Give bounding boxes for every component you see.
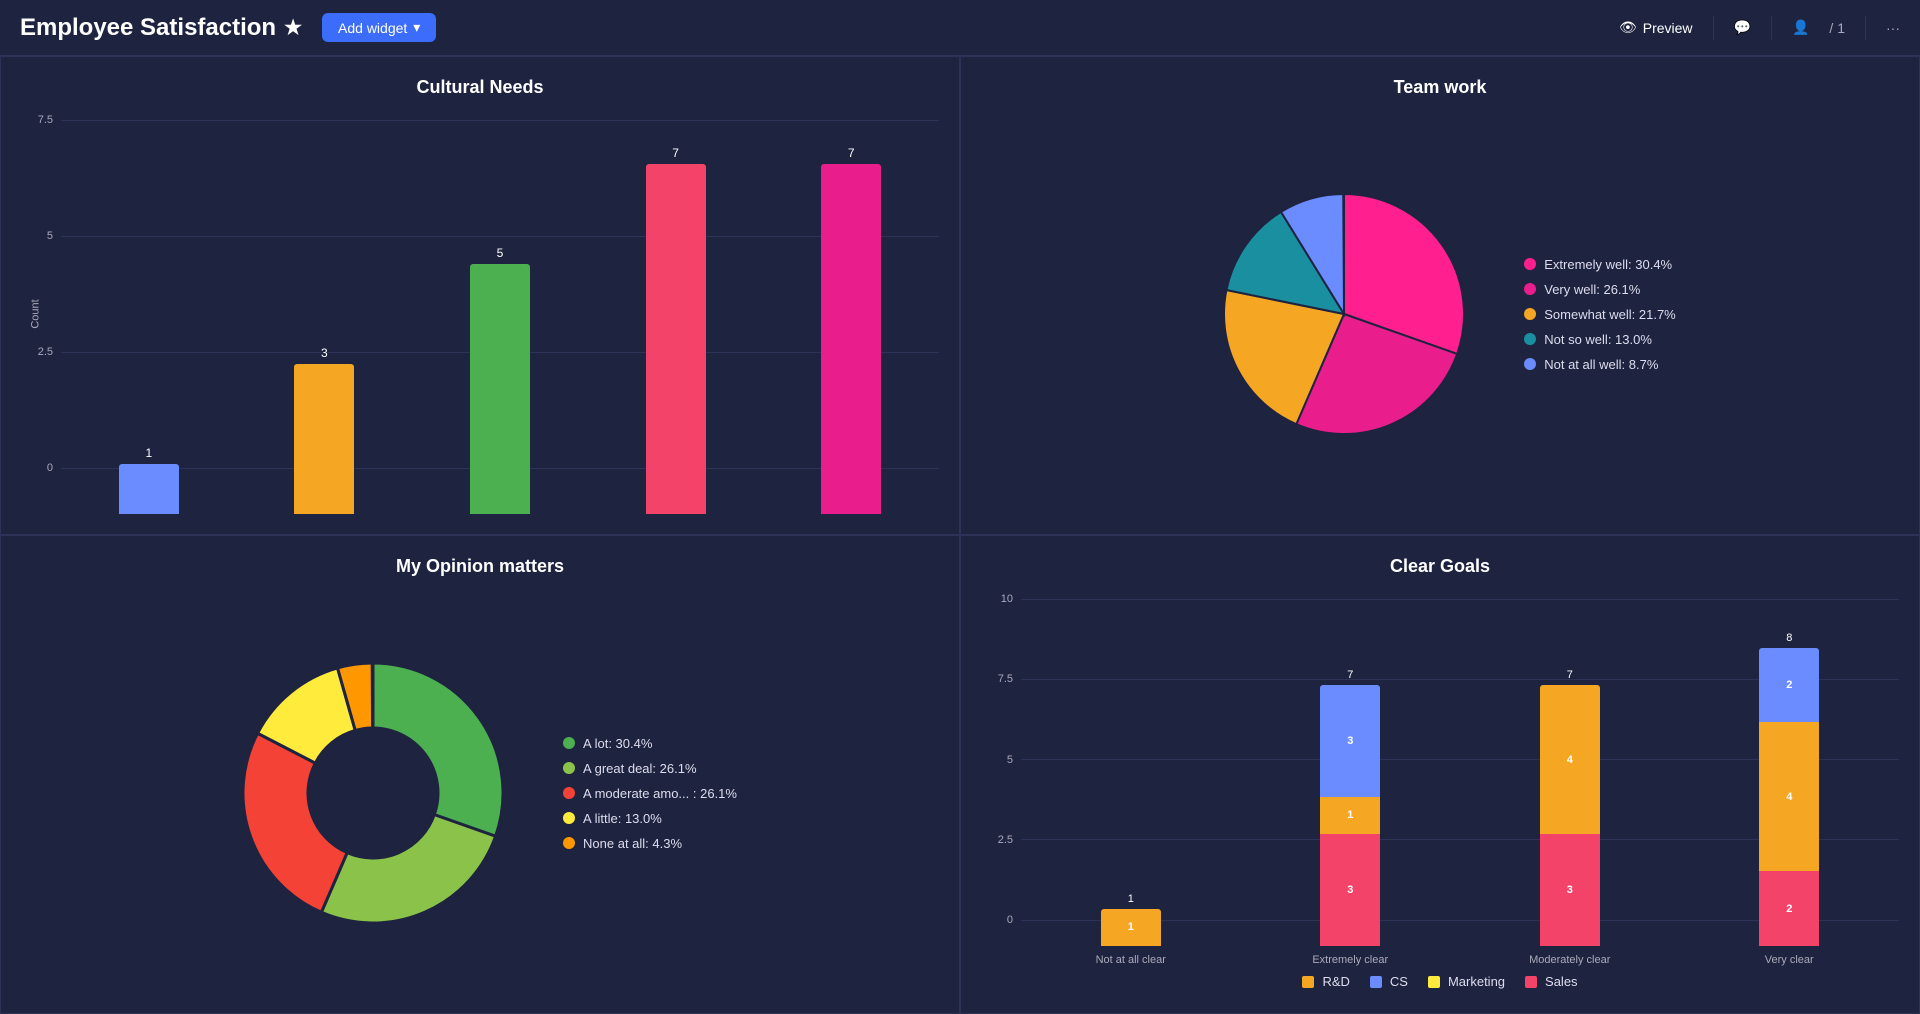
stacked-bar-item: 11Not at all clear <box>1021 593 1241 966</box>
y-axis-label: Count <box>30 299 42 328</box>
my-opinion-panel: My Opinion matters A lot: 30.4% A great d… <box>0 535 960 1014</box>
cultural-needs-title: Cultural Needs <box>21 77 939 98</box>
stacked-bar-item: 7313Extremely clear <box>1241 593 1461 966</box>
bars-wrapper: 1Slightly well3Not at all well5Very well… <box>61 114 939 514</box>
legend-item: CS <box>1370 974 1408 989</box>
page-title: Employee Satisfaction ★ <box>20 14 302 42</box>
users-icon[interactable]: 👤 <box>1792 19 1809 36</box>
legend-item: A great deal: 26.1% <box>563 761 737 776</box>
title-text: Employee Satisfaction <box>20 14 276 42</box>
legend-item: None at all: 4.3% <box>563 836 737 851</box>
divider3 <box>1865 16 1866 40</box>
dashboard-grid: Cultural Needs Count 7.5 5 2.5 <box>0 56 1920 1014</box>
team-work-legend: Extremely well: 30.4% Very well: 26.1% Som… <box>1524 257 1676 372</box>
clear-goals-legend: R&D CS Marketing Sales <box>981 974 1899 993</box>
legend-item: Not so well: 13.0% <box>1524 332 1676 347</box>
team-work-title: Team work <box>981 77 1899 98</box>
legend-item: Somewhat well: 21.7% <box>1524 307 1676 322</box>
cultural-needs-chart: Count 7.5 5 2.5 0 <box>21 114 939 514</box>
comment-icon[interactable]: 💬 <box>1734 19 1751 36</box>
my-opinion-title: My Opinion matters <box>21 556 939 577</box>
legend-item: Marketing <box>1428 974 1505 989</box>
legend-item: R&D <box>1302 974 1349 989</box>
bar-item: 7Extremely well <box>763 114 939 514</box>
cultural-needs-panel: Cultural Needs Count 7.5 5 2.5 <box>0 56 960 535</box>
add-widget-button[interactable]: Add widget ▾ <box>322 13 436 42</box>
legend-item: Very well: 26.1% <box>1524 282 1676 297</box>
stacked-bars: 11Not at all clear7313Extremely clear734… <box>1021 593 1899 966</box>
donut-chart <box>223 643 523 943</box>
eye-icon: 👁 <box>1619 19 1637 36</box>
header-actions: 👁 Preview 💬 👤 / 1 ··· <box>1619 16 1900 40</box>
chevron-down-icon: ▾ <box>413 19 420 36</box>
stacked-bar-item: 8242Very clear <box>1680 593 1900 966</box>
preview-button[interactable]: 👁 Preview <box>1619 19 1693 36</box>
clear-goals-chart: 10 7.5 5 2.5 0 11Not at all clear7313Ext… <box>981 593 1899 993</box>
legend-item: A little: 13.0% <box>563 811 737 826</box>
star-icon[interactable]: ★ <box>284 15 302 40</box>
bar-item: 3Not at all well <box>237 114 413 514</box>
stacked-bar-item: 734Moderately clear <box>1460 593 1680 966</box>
pie-chart <box>1204 174 1484 454</box>
clear-goals-title: Clear Goals <box>981 556 1899 577</box>
bar-chart-area: Count 7.5 5 2.5 0 <box>21 114 939 514</box>
team-work-panel: Team work Extremely well: 30.4% Very well… <box>960 56 1920 535</box>
pie-chart-section: Extremely well: 30.4% Very well: 26.1% Som… <box>981 114 1899 514</box>
legend-item: A moderate amo... : 26.1% <box>563 786 737 801</box>
donut-section: A lot: 30.4% A great deal: 26.1% A moderat… <box>21 593 939 993</box>
bar-item: 5Very well <box>412 114 588 514</box>
bar-item: 1Slightly well <box>61 114 237 514</box>
divider <box>1713 16 1714 40</box>
legend-item: Sales <box>1525 974 1578 989</box>
clear-goals-panel: Clear Goals 10 7.5 5 2.5 0 11Not at all … <box>960 535 1920 1014</box>
more-icon[interactable]: ··· <box>1886 20 1900 36</box>
legend-item: Extremely well: 30.4% <box>1524 257 1676 272</box>
legend-item: A lot: 30.4% <box>563 736 737 751</box>
header: Employee Satisfaction ★ Add widget ▾ 👁 P… <box>0 0 1920 56</box>
divider2 <box>1771 16 1772 40</box>
opinion-legend: A lot: 30.4% A great deal: 26.1% A moderat… <box>563 736 737 851</box>
bar-item: 7Moderately well <box>588 114 764 514</box>
legend-item: Not at all well: 8.7% <box>1524 357 1676 372</box>
